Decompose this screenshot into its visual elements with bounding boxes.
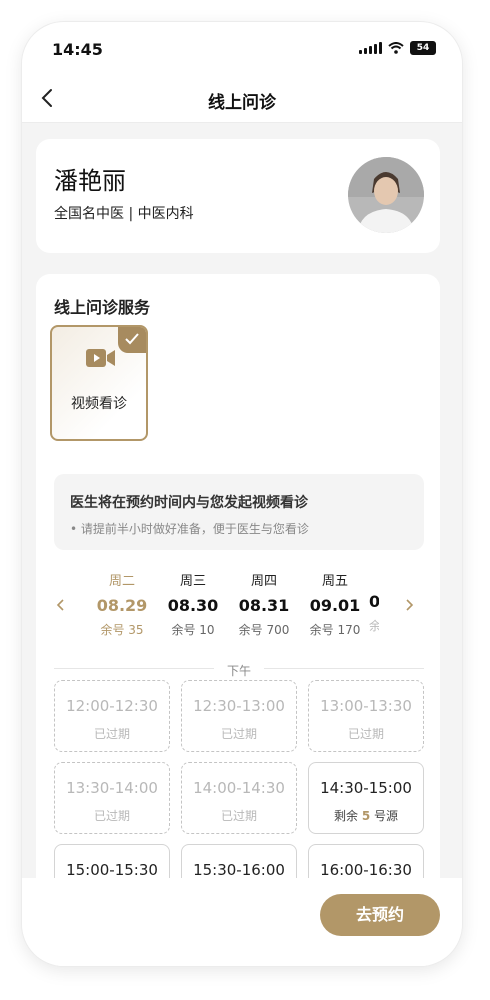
slot-status: 已过期 [93, 727, 130, 741]
notice-box: 医生将在预约时间内与您发起视频看诊 • 请提前半小时做好准备，便于医生与您看诊 [54, 474, 424, 550]
navigation-bar: 线上问诊 [22, 78, 462, 123]
period-divider: 下午 [54, 662, 424, 678]
date-selector: 周二 08.29 余号 35 周三 08.30 余号 10 周四 08.31 余… [36, 570, 440, 640]
period-label: 下午 [226, 664, 251, 678]
page-title: 线上问诊 [208, 93, 276, 113]
status-time: 14:45 [52, 40, 103, 59]
date-remaining: 余号 10 [171, 623, 215, 637]
date-remaining: 余 [369, 619, 379, 633]
date-tab-partial[interactable]: 0 余 [369, 570, 379, 634]
slot-remaining-count: 5 [361, 809, 371, 823]
doctor-card: 潘艳丽 全国名中医 | 中医内科 [36, 139, 440, 253]
status-icons: 54 [359, 41, 436, 55]
date-weekday: 周四 [250, 574, 277, 589]
selected-badge [118, 327, 146, 353]
status-bar: 14:45 54 [22, 22, 462, 78]
slot-status-suffix: 号源 [374, 809, 399, 823]
slot-time: 16:00-16:30 [320, 861, 412, 879]
doctor-name: 潘艳丽 [54, 167, 126, 195]
time-slot: 14:00-14:30 已过期 [181, 762, 297, 834]
phone-frame: 14:45 54 线上问诊 潘艳丽 全国名中医 | 中医内科 线上问诊服务 视频… [22, 22, 462, 966]
video-consult-option[interactable]: 视频看诊 [50, 325, 148, 441]
slot-time: 15:30-16:00 [193, 861, 285, 879]
date-weekday [369, 570, 379, 585]
date-value: 0 [369, 592, 379, 611]
wifi-icon [388, 42, 404, 54]
cellular-signal-icon [359, 42, 382, 54]
doctor-avatar [348, 157, 424, 233]
slot-status: 剩余 5 号源 [309, 807, 423, 824]
time-slot: 13:30-14:00 已过期 [54, 762, 170, 834]
notice-subtitle: • 请提前半小时做好准备，便于医生与您看诊 [70, 522, 309, 536]
video-camera-icon [86, 349, 115, 367]
slot-status: 已过期 [347, 727, 384, 741]
date-tab[interactable]: 周二 08.29 余号 35 [87, 570, 157, 638]
date-value: 09.01 [309, 596, 361, 615]
date-weekday: 周五 [321, 574, 348, 589]
chevron-right-icon[interactable] [402, 598, 416, 612]
time-slot: 12:00-12:30 已过期 [54, 680, 170, 752]
slot-time: 12:00-12:30 [66, 697, 158, 715]
slot-status-prefix: 剩余 [333, 809, 358, 823]
date-remaining: 余号 35 [100, 623, 144, 637]
time-slot: 12:30-13:00 已过期 [181, 680, 297, 752]
slot-status: 已过期 [220, 727, 257, 741]
checkmark-icon [125, 333, 139, 345]
date-weekday: 周三 [179, 574, 206, 589]
date-remaining: 余号 700 [238, 623, 290, 637]
service-section-title: 线上问诊服务 [54, 298, 151, 317]
slot-time: 13:00-13:30 [320, 697, 412, 715]
bottom-action-bar: 去预约 [22, 878, 462, 966]
date-value: 08.29 [96, 596, 148, 615]
date-value: 08.31 [238, 596, 290, 615]
date-tab[interactable]: 周五 09.01 余号 170 [300, 570, 370, 638]
time-slot-available[interactable]: 14:30-15:00 剩余 5 号源 [308, 762, 424, 834]
doctor-description: 全国名中医 | 中医内科 [54, 206, 194, 222]
time-slot: 13:00-13:30 已过期 [308, 680, 424, 752]
slot-time: 14:30-15:00 [320, 779, 412, 797]
chevron-left-icon[interactable] [54, 598, 68, 612]
slot-time: 15:00-15:30 [66, 861, 158, 879]
divider-line [264, 668, 424, 669]
service-card: 线上问诊服务 视频看诊 医生将在预约时间内与您发起视频看诊 • 请提前半小时做好… [36, 274, 440, 966]
date-tab[interactable]: 周三 08.30 余号 10 [158, 570, 228, 638]
slot-time: 13:30-14:00 [66, 779, 158, 797]
date-tab[interactable]: 周四 08.31 余号 700 [229, 570, 299, 638]
slot-status: 已过期 [93, 809, 130, 823]
date-remaining: 余号 170 [309, 623, 361, 637]
battery-icon: 54 [410, 41, 436, 55]
notice-title: 医生将在预约时间内与您发起视频看诊 [70, 495, 308, 511]
slot-status: 已过期 [220, 809, 257, 823]
slot-time: 12:30-13:00 [193, 697, 285, 715]
book-button[interactable]: 去预约 [320, 894, 440, 936]
service-option-label: 视频看诊 [71, 396, 127, 412]
date-weekday: 周二 [108, 574, 135, 589]
date-value: 08.30 [167, 596, 219, 615]
slot-time: 14:00-14:30 [193, 779, 285, 797]
